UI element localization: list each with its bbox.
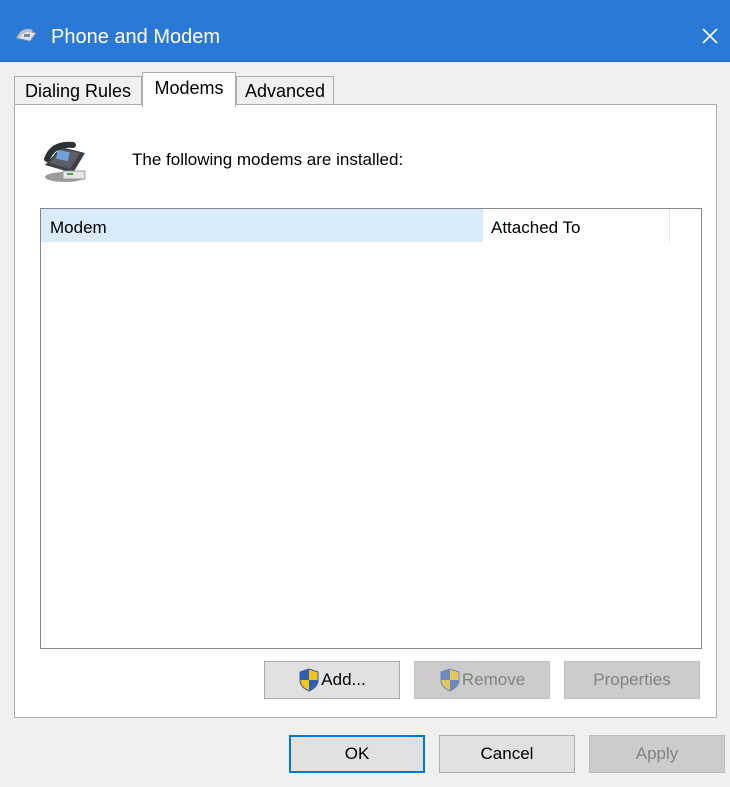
title-bar: Phone and Modem bbox=[0, 0, 730, 62]
tab-modems[interactable]: Modems bbox=[142, 72, 236, 107]
tab-advanced[interactable]: Advanced bbox=[236, 76, 334, 106]
add-button[interactable]: Add... bbox=[264, 661, 400, 699]
modem-telephone-icon bbox=[44, 141, 86, 182]
column-header-modem[interactable]: Modem bbox=[41, 209, 483, 242]
tab-dialing-rules[interactable]: Dialing Rules bbox=[14, 76, 142, 106]
uac-shield-icon bbox=[299, 668, 319, 692]
remove-button-label: Remove bbox=[461, 670, 526, 689]
modem-list[interactable]: Modem Attached To bbox=[40, 208, 702, 649]
add-button-label: Add... bbox=[321, 670, 366, 689]
modems-tab-panel: The following modems are installed: Mode… bbox=[14, 104, 717, 718]
intro-text: The following modems are installed: bbox=[132, 150, 404, 169]
list-header: Modem Attached To bbox=[41, 209, 701, 242]
close-button[interactable] bbox=[690, 12, 730, 60]
ok-button[interactable]: OK bbox=[289, 735, 425, 773]
apply-button[interactable]: Apply bbox=[589, 735, 725, 773]
remove-button[interactable]: Remove bbox=[414, 661, 550, 699]
close-icon bbox=[702, 28, 718, 44]
uac-shield-icon bbox=[440, 668, 460, 692]
cancel-button[interactable]: Cancel bbox=[439, 735, 575, 773]
phone-modem-icon bbox=[14, 29, 37, 42]
window-title: Phone and Modem bbox=[51, 26, 221, 48]
column-header-attached-to[interactable]: Attached To bbox=[483, 209, 670, 242]
properties-button[interactable]: Properties bbox=[564, 661, 700, 699]
